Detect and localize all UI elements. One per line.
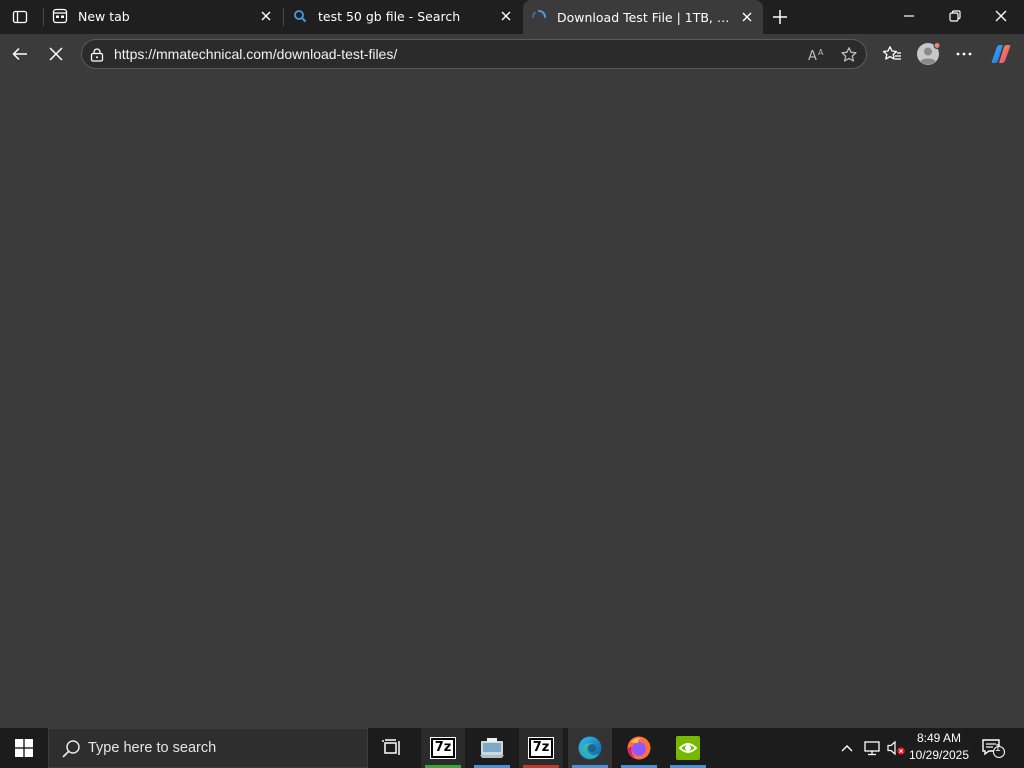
star-icon[interactable] [838,44,860,66]
system-clock[interactable]: 8:49 AM 10/29/2025 [906,730,972,764]
show-hidden-icons-button[interactable] [838,738,856,758]
firefox-icon [627,736,651,760]
chevron-up-icon [841,745,853,752]
new-tab-button[interactable] [768,5,792,29]
tab-close-icon[interactable] [739,9,755,25]
taskbar-app-7zip-2[interactable]: 7z [519,728,563,768]
newtab-icon [52,8,68,24]
page-content-area [0,74,1024,728]
tab-title: New tab [78,8,130,24]
windows-logo-icon [15,739,33,757]
clock-time: 8:49 AM [916,731,962,745]
tab-new-tab[interactable]: New tab [44,0,282,32]
back-button[interactable] [6,40,34,68]
taskbar-search-box[interactable]: Type here to search [48,728,368,768]
url-text[interactable]: https://mmatechnical.com/download-test-f… [114,46,397,62]
tab-actions-icon[interactable] [8,5,32,29]
tab-strip: New tab test 50 gb file - Search Downloa… [0,0,1024,34]
network-button[interactable] [861,738,883,758]
file-explorer-icon [480,738,504,758]
address-bar[interactable]: https://mmatechnical.com/download-test-f… [81,39,867,69]
edge-icon [578,736,602,760]
search-icon [61,739,81,759]
more-button[interactable] [950,40,978,68]
tab-close-icon[interactable] [498,8,514,24]
clock-date: 10/29/2025 [908,748,970,762]
close-window-button[interactable] [978,0,1024,32]
profile-button[interactable] [914,40,942,68]
copilot-button[interactable] [987,40,1015,68]
stop-loading-button[interactable] [42,40,70,68]
tab-download-test-file[interactable]: Download Test File | 1TB, 100GB, 5 [523,0,763,34]
volume-muted-icon [887,740,905,756]
tab-title: Download Test File | 1TB, 100GB, 5 [557,9,733,25]
read-aloud-icon[interactable]: AA [806,44,828,66]
windows-taskbar: Type here to search 7z 7z 8:49 AM 10/29/… [0,728,1024,768]
taskbar-app-nvidia[interactable] [666,728,710,768]
notifications-button[interactable]: 1 [980,736,1006,760]
notification-icon [982,739,1005,758]
browser-toolbar: https://mmatechnical.com/download-test-f… [0,34,1024,74]
tab-title: test 50 gb file - Search [318,8,461,24]
site-info-icon[interactable] [90,47,104,62]
notification-count: 1 [995,743,1001,754]
taskbar-app-file-explorer[interactable] [470,728,514,768]
svg-text:A: A [818,48,824,57]
tab-close-icon[interactable] [258,8,274,24]
tab-search[interactable]: test 50 gb file - Search [284,0,522,32]
search-icon [292,8,308,24]
start-button[interactable] [0,728,48,768]
task-view-button[interactable] [370,728,414,768]
nvidia-icon [676,736,700,760]
search-placeholder: Type here to search [88,740,217,756]
minimize-button[interactable] [886,0,932,32]
7zip-icon: 7z [527,737,555,759]
taskbar-app-firefox[interactable] [617,728,661,768]
restore-button[interactable] [932,0,978,32]
7zip-icon: 7z [429,737,457,759]
network-icon [864,741,880,756]
volume-button[interactable] [885,738,907,758]
favorites-button[interactable] [878,40,906,68]
taskbar-app-edge[interactable] [568,728,612,768]
taskbar-app-7zip[interactable]: 7z [421,728,465,768]
svg-text:A: A [808,49,817,63]
task-view-icon [382,739,400,755]
loading-spinner-icon [531,9,547,25]
